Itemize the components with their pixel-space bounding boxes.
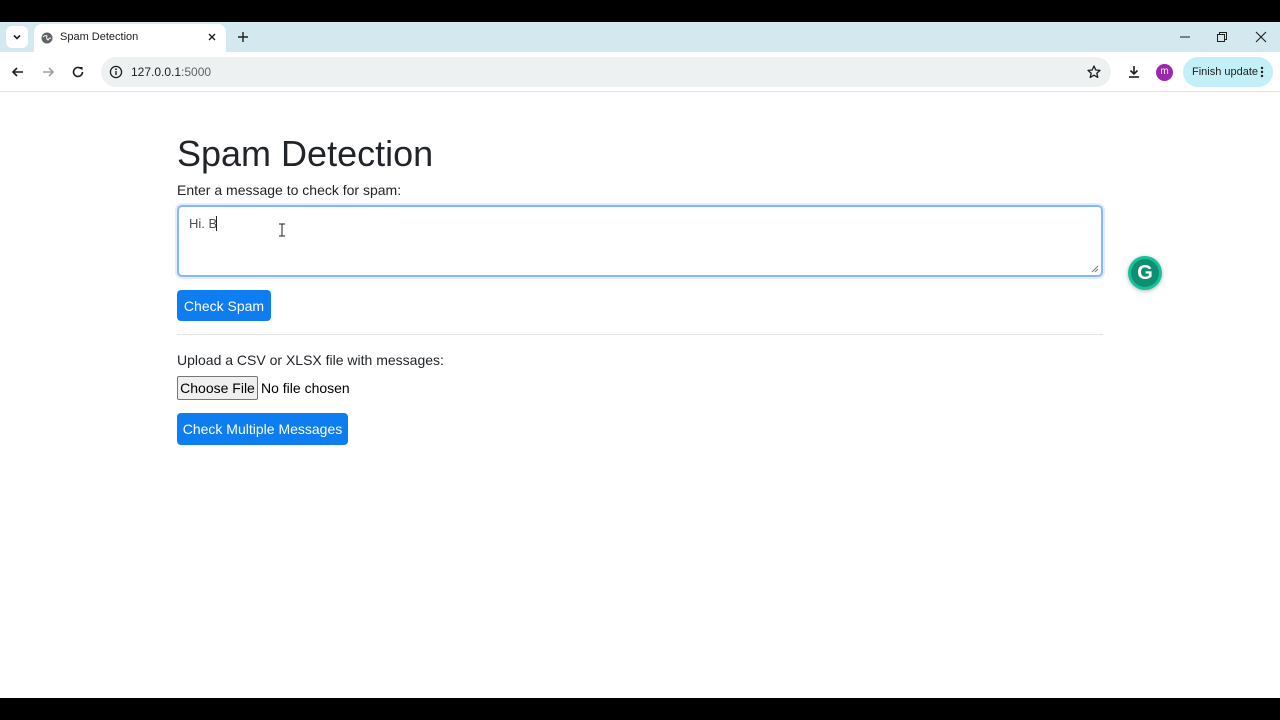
message-label: Enter a message to check for spam: <box>177 182 402 198</box>
check-spam-button[interactable]: Check Spam <box>177 290 271 321</box>
browser-window: Spam Detection 127.0.0.1:5000 m Finish u… <box>0 22 1280 698</box>
resize-handle-icon[interactable] <box>1091 265 1099 273</box>
choose-file-button[interactable]: Choose File <box>177 376 258 400</box>
divider <box>177 334 1103 335</box>
message-text: Hi. B <box>189 216 218 231</box>
url-host: 127.0.0.1 <box>131 65 182 79</box>
back-arrow-icon[interactable] <box>10 64 26 80</box>
upload-label: Upload a CSV or XLSX file with messages: <box>177 352 444 368</box>
finish-update-button[interactable]: Finish update <box>1183 57 1273 87</box>
tab-strip: Spam Detection <box>0 22 1280 52</box>
tab-spam-detection[interactable]: Spam Detection <box>34 24 226 52</box>
browser-toolbar: 127.0.0.1:5000 m Finish update <box>0 52 1280 92</box>
message-textarea[interactable]: Hi. B <box>177 205 1103 277</box>
more-vert-icon[interactable] <box>1260 66 1264 78</box>
tab-title: Spam Detection <box>60 31 139 43</box>
profile-avatar[interactable]: m <box>1156 64 1173 81</box>
info-icon[interactable] <box>109 65 123 79</box>
page-content: Spam Detection Enter a message to check … <box>0 92 1280 698</box>
forward-arrow-icon[interactable] <box>40 64 56 80</box>
restore-icon[interactable] <box>1215 30 1229 44</box>
check-multiple-button[interactable]: Check Multiple Messages <box>177 413 348 445</box>
url-text[interactable]: 127.0.0.1:5000 <box>131 65 211 79</box>
url-port: :5000 <box>181 65 212 79</box>
finish-update-label: Finish update <box>1192 66 1259 78</box>
text-cursor-icon <box>279 223 285 237</box>
text-caret <box>216 216 217 231</box>
plus-icon[interactable] <box>236 30 250 44</box>
download-icon[interactable] <box>1126 64 1142 80</box>
minimize-icon[interactable] <box>1178 30 1192 44</box>
globe-icon <box>41 32 53 44</box>
page-title: Spam Detection <box>177 133 434 174</box>
close-window-icon[interactable] <box>1254 30 1268 44</box>
address-bar[interactable]: 127.0.0.1:5000 <box>101 57 1111 87</box>
grammarly-icon: G <box>1131 259 1159 287</box>
star-icon[interactable] <box>1086 64 1102 80</box>
grammarly-button[interactable]: G <box>1128 256 1162 290</box>
reload-icon[interactable] <box>70 64 86 80</box>
tab-search-icon <box>13 34 21 40</box>
close-icon[interactable] <box>206 31 218 43</box>
tab-search-button[interactable] <box>6 26 28 48</box>
file-status-text: No file chosen <box>261 380 350 396</box>
